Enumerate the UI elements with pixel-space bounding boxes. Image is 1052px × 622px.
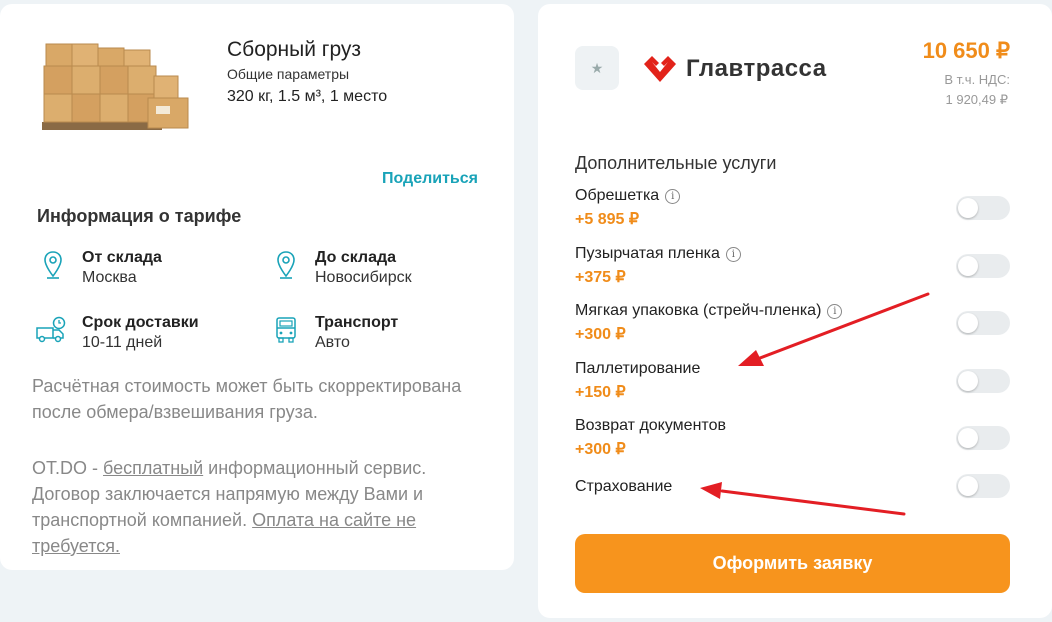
offer-price: 10 650 ₽	[922, 38, 1010, 63]
service-price: +150 ₽	[575, 384, 626, 401]
to-warehouse: До склада Новосибирск	[271, 248, 412, 288]
order-button[interactable]: Оформить заявку	[575, 534, 1010, 593]
vat-label: В т.ч. НДС:	[944, 72, 1010, 87]
service-toggle[interactable]	[956, 196, 1010, 220]
vat-value: 1 920,49 ₽	[945, 92, 1009, 107]
favorite-star-button[interactable]: ★	[575, 46, 619, 90]
service-price: +300 ₽	[575, 441, 626, 458]
service-name: Обрешетка	[575, 187, 660, 204]
to-label: До склада	[315, 249, 397, 266]
to-value: Новосибирск	[315, 269, 412, 286]
estimate-note: Расчётная стоимость может быть скорректи…	[32, 376, 462, 422]
star-icon: ★	[590, 59, 604, 76]
service-name: Пузырчатая пленка	[575, 245, 720, 262]
delivery-value: 10-11 дней	[82, 334, 163, 351]
service-toggle[interactable]	[956, 311, 1010, 335]
cargo-subtitle: Общие параметры	[227, 66, 350, 82]
delivery-time: Срок доставки 10-11 дней	[34, 313, 199, 353]
transport-label: Транспорт	[315, 314, 399, 331]
service-toggle[interactable]	[956, 369, 1010, 393]
service-item: Пузырчатая пленка i +375 ₽	[575, 245, 1015, 287]
carrier-name: Главтрасса	[686, 55, 827, 82]
service-price: +5 895 ₽	[575, 211, 640, 228]
service-item: Возврат документов +300 ₽	[575, 417, 1015, 459]
free-link[interactable]: бесплатный	[103, 458, 203, 478]
from-label: От склада	[82, 249, 162, 266]
service-name: Мягкая упаковка (стрейч-пленка)	[575, 302, 822, 319]
service-name: Возврат документов	[575, 417, 726, 434]
share-link[interactable]: Поделиться	[382, 170, 478, 188]
service-prefix: OT.DO -	[32, 458, 103, 478]
service-name: Страхование	[575, 478, 673, 495]
service-toggle[interactable]	[956, 254, 1010, 278]
cargo-card: Сборный груз Общие параметры 320 кг, 1.5…	[0, 4, 514, 570]
info-icon[interactable]: i	[827, 303, 843, 319]
service-toggle[interactable]	[956, 426, 1010, 450]
from-value: Москва	[82, 269, 137, 286]
location-pin-icon	[38, 248, 68, 282]
tariff-heading: Информация о тарифе	[37, 206, 242, 226]
service-price: +300 ₽	[575, 326, 626, 343]
carrier-logo-icon	[644, 56, 676, 82]
service-item: Паллетирование +150 ₽	[575, 360, 1015, 402]
service-toggle[interactable]	[956, 474, 1010, 498]
from-warehouse: От склада Москва	[38, 248, 162, 288]
delivery-label: Срок доставки	[82, 314, 199, 331]
location-pin-icon	[271, 248, 301, 282]
info-icon[interactable]: i	[725, 246, 741, 262]
cargo-params: 320 кг, 1.5 м³, 1 место	[227, 88, 388, 105]
transport-type: Транспорт Авто	[271, 313, 398, 353]
cargo-boxes-image	[42, 43, 189, 130]
service-note: OT.DO - бесплатный информационный сервис…	[32, 455, 487, 559]
service-price: +375 ₽	[575, 269, 626, 286]
truck-front-icon	[271, 313, 301, 347]
service-item: Обрешетка i +5 895 ₽	[575, 187, 1015, 229]
service-name: Паллетирование	[575, 360, 701, 377]
services-heading: Дополнительные услуги	[575, 153, 777, 173]
service-item: Мягкая упаковка (стрейч-пленка) i +300 ₽	[575, 302, 1015, 344]
transport-value: Авто	[315, 334, 350, 351]
service-item: Страхование	[575, 478, 1015, 496]
cargo-title: Сборный груз	[227, 38, 362, 61]
truck-clock-icon	[34, 313, 68, 347]
info-icon[interactable]: i	[665, 188, 681, 204]
offer-card: ★ Главтрасса 10 650 ₽ В т.ч. НДС: 1 920,…	[538, 4, 1052, 618]
carrier-logo: Главтрасса	[642, 52, 827, 86]
